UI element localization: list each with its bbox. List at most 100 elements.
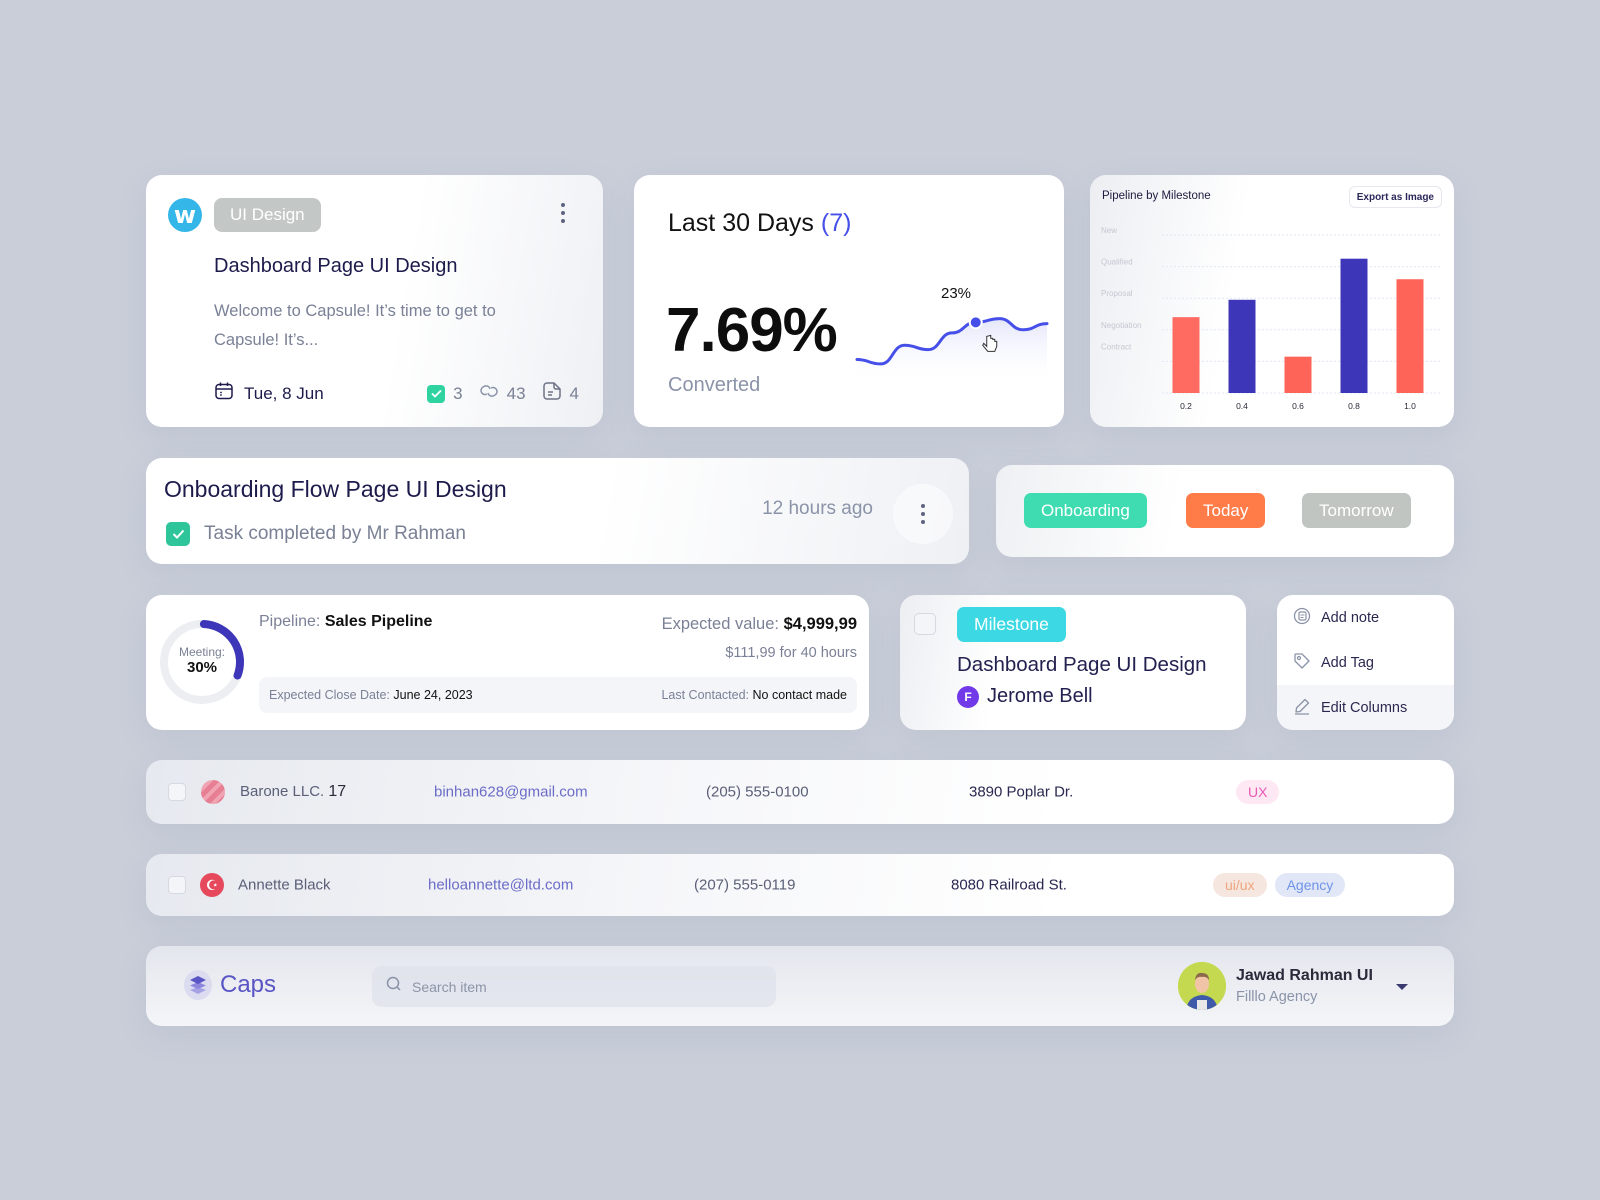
milestone-tag[interactable]: Milestone xyxy=(957,607,1066,642)
y-tick-label: Contract xyxy=(1101,342,1132,351)
sparkline-highlight-point[interactable] xyxy=(968,315,983,330)
pipeline-chart-card: Pipeline by Milestone Export as Image Ne… xyxy=(1090,175,1454,427)
menu-item-label: Add note xyxy=(1321,609,1380,626)
milestone-title[interactable]: Dashboard Page UI Design xyxy=(957,653,1207,677)
tag-pill[interactable]: UX xyxy=(1236,780,1280,804)
stats-title-text: Last 30 Days xyxy=(668,209,814,237)
activity-more-button[interactable] xyxy=(893,484,953,544)
search-icon xyxy=(386,976,402,997)
bar-chart: New Qualified Proposal Negotiation Contract 0… xyxy=(1101,226,1442,411)
expected-value: Expected value: $4,999,99 xyxy=(662,615,857,634)
bar[interactable] xyxy=(1172,317,1200,393)
bar[interactable] xyxy=(1340,258,1368,393)
files-count: 4 xyxy=(542,381,579,406)
tag-pill[interactable]: ui/ux xyxy=(1213,873,1267,897)
bar[interactable] xyxy=(1228,299,1256,393)
deal-footer: Expected Close Date: June 24, 2023 Last … xyxy=(259,677,857,713)
user-profile[interactable]: Jawad Rahman UI Filllo Agency xyxy=(1178,962,1373,1010)
category-tag[interactable]: UI Design xyxy=(214,198,321,232)
brand-logo[interactable]: Caps xyxy=(184,970,276,1000)
task-card[interactable]: w UI Design Dashboard Page UI Design Wel… xyxy=(146,175,603,427)
links-count: 43 xyxy=(479,383,526,404)
search-box[interactable] xyxy=(372,966,776,1007)
y-tick-label: Negotiation xyxy=(1101,321,1141,330)
export-image-button[interactable]: Export as Image xyxy=(1348,186,1442,208)
assignee[interactable]: F Jerome Bell xyxy=(957,685,1093,708)
tag-pill[interactable]: Agency xyxy=(1274,873,1346,897)
assignee-avatar-icon: F xyxy=(957,685,979,708)
kebab-icon xyxy=(913,500,933,528)
close-date-value: June 24, 2023 xyxy=(393,688,473,702)
task-description: Welcome to Capsule! It’s time to get to … xyxy=(214,302,496,349)
user-avatar xyxy=(1178,962,1226,1010)
user-name: Jawad Rahman UI xyxy=(1236,967,1373,984)
layers-icon xyxy=(184,970,212,1000)
hourly-rate: $111,99 for 40 hours xyxy=(725,645,857,661)
checks-count-value: 3 xyxy=(453,383,463,403)
deal-card[interactable]: Meeting: 30% Pipeline: Sales Pipeline Ex… xyxy=(146,595,869,730)
ring-label-text: Meeting: xyxy=(178,645,226,659)
chip-today[interactable]: Today xyxy=(1186,493,1266,528)
x-tick-label: 0.2 xyxy=(1180,401,1192,411)
note-icon xyxy=(1293,607,1311,629)
contact-name[interactable]: Annette Black xyxy=(238,877,331,894)
conversion-label: Converted xyxy=(668,374,761,396)
menu-item-label: Add Tag xyxy=(1321,654,1374,671)
assignee-name: Jerome Bell xyxy=(987,685,1093,707)
pencil-icon xyxy=(1293,697,1311,719)
bar[interactable] xyxy=(1284,356,1312,393)
expected-value-amount: $4,999,99 xyxy=(783,615,857,633)
conversion-rate: 7.69% xyxy=(666,296,838,365)
bar[interactable] xyxy=(1396,279,1424,393)
contact-email[interactable]: helloannette@ltd.com xyxy=(428,877,573,894)
links-count-value: 43 xyxy=(506,383,526,403)
chart-title: Pipeline by Milestone xyxy=(1102,190,1211,202)
expected-value-label: Expected value: xyxy=(661,615,779,633)
checkbox-checked-icon[interactable] xyxy=(166,522,190,546)
due-date: Tue, 8 Jun xyxy=(244,383,324,403)
status-chips-card: Onboarding Today Tomorrow xyxy=(996,465,1454,557)
menu-item-label: Edit Columns xyxy=(1321,699,1408,716)
table-row[interactable]: ☪ Annette Black helloannette@ltd.com (20… xyxy=(146,854,1454,916)
stats-card: Last 30 Days (7) 7.69% Converted 23% xyxy=(634,175,1064,427)
menu-item-add-note[interactable]: Add note xyxy=(1277,595,1454,640)
kebab-dot xyxy=(561,203,565,207)
activity-card[interactable]: Onboarding Flow Page UI Design Task comp… xyxy=(146,458,969,564)
y-tick-label: New xyxy=(1101,226,1117,235)
chip-tomorrow[interactable]: Tomorrow xyxy=(1302,493,1411,528)
contact-email[interactable]: binhan628@gmail.com xyxy=(434,784,588,801)
chevron-down-icon[interactable] xyxy=(1396,984,1408,990)
user-info: Jawad Rahman UI Filllo Agency xyxy=(1236,967,1373,1005)
pipeline-label: Pipeline: xyxy=(259,613,321,630)
kebab-dot xyxy=(561,211,565,215)
row-checkbox[interactable] xyxy=(168,783,186,801)
x-tick-label: 1.0 xyxy=(1404,401,1416,411)
contact-name[interactable]: Barone LLC. 17 xyxy=(240,783,346,801)
wix-logo-icon: w xyxy=(168,198,202,232)
task-title[interactable]: Dashboard Page UI Design xyxy=(214,255,457,278)
tag-icon xyxy=(1293,652,1311,674)
chip-onboarding[interactable]: Onboarding xyxy=(1024,493,1147,528)
milestone-checkbox[interactable] xyxy=(914,613,936,635)
row-checkbox[interactable] xyxy=(168,876,186,894)
pipeline-info: Pipeline: Sales Pipeline xyxy=(259,613,432,631)
more-options-button[interactable] xyxy=(553,199,573,227)
activity-title[interactable]: Onboarding Flow Page UI Design xyxy=(164,476,507,503)
search-input[interactable] xyxy=(412,978,752,995)
user-organization: Filllo Agency xyxy=(1236,989,1318,1005)
contact-phone: (207) 555-0119 xyxy=(694,876,796,894)
x-tick-label: 0.4 xyxy=(1236,401,1248,411)
menu-item-add-tag[interactable]: Add Tag xyxy=(1277,640,1454,685)
checkbox-checked-icon xyxy=(427,384,446,403)
y-tick-label: Proposal xyxy=(1101,289,1133,298)
sparkline-highlight-label: 23% xyxy=(941,285,972,302)
file-icon xyxy=(542,381,562,406)
menu-item-edit-columns[interactable]: Edit Columns xyxy=(1277,685,1454,730)
table-row[interactable]: Barone LLC. 17 binhan628@gmail.com (205)… xyxy=(146,760,1454,824)
milestone-card[interactable]: Milestone Dashboard Page UI Design F Jer… xyxy=(900,595,1246,730)
contact-name-suffix: 17 xyxy=(328,783,347,800)
contact-tags: ui/ux Agency xyxy=(1213,873,1346,897)
turkey-flag-avatar-icon: ☪ xyxy=(200,873,224,897)
stats-count: (7) xyxy=(820,209,852,237)
last-contacted: Last Contacted: No contact made xyxy=(661,688,847,702)
